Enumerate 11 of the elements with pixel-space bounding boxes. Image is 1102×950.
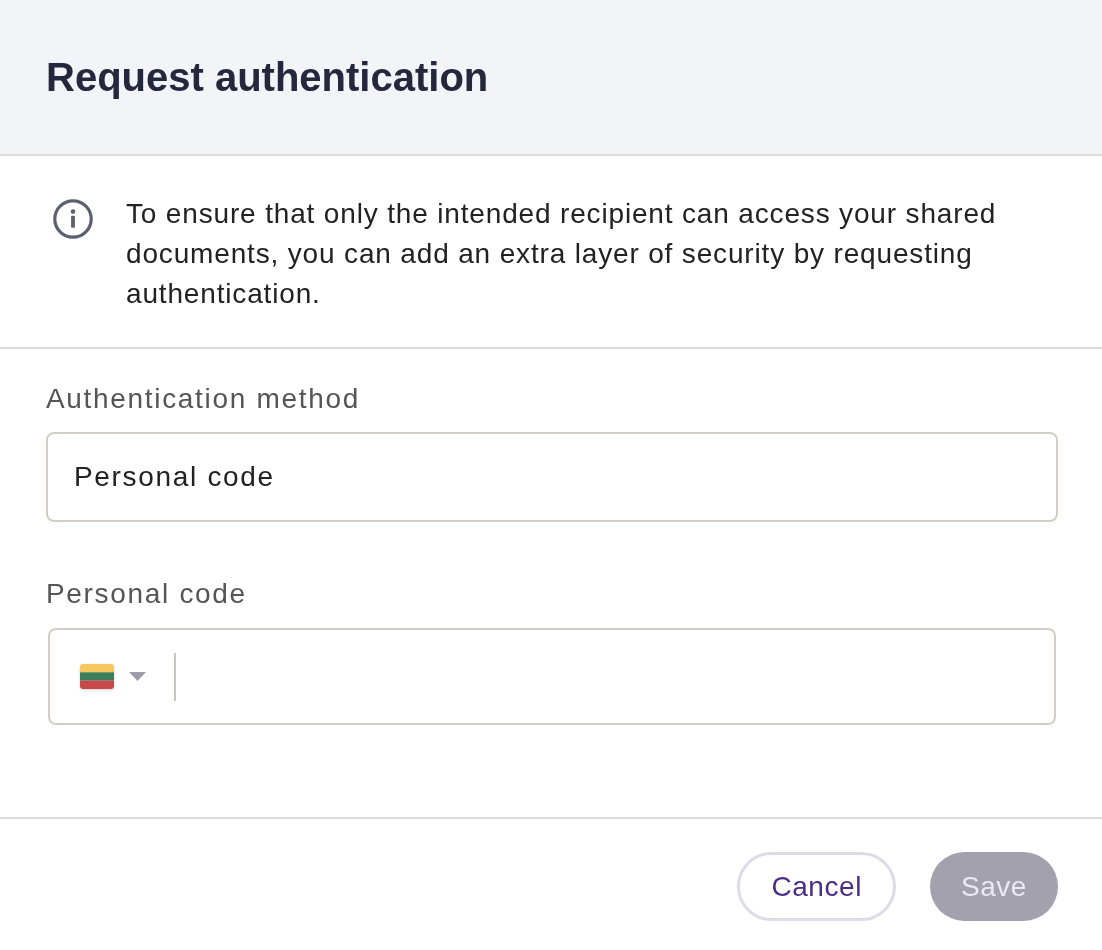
field-label: Personal code	[46, 578, 248, 610]
phone-input-field[interactable]	[48, 628, 1056, 725]
country-select-button[interactable]	[80, 664, 146, 689]
dialog-title: Request authentication	[46, 54, 489, 101]
field-label: Authentication method	[46, 383, 361, 415]
cancel-button[interactable]: Cancel	[737, 852, 896, 921]
info-text: To ensure that only the intended recipient can access your shared documents, you can add an extra layer of security by requesting authentication.	[126, 197, 998, 311]
method-field[interactable]: Personal code	[46, 432, 1058, 522]
info-icon	[53, 199, 93, 239]
flag-icon	[80, 664, 114, 689]
caret-icon	[129, 672, 146, 681]
